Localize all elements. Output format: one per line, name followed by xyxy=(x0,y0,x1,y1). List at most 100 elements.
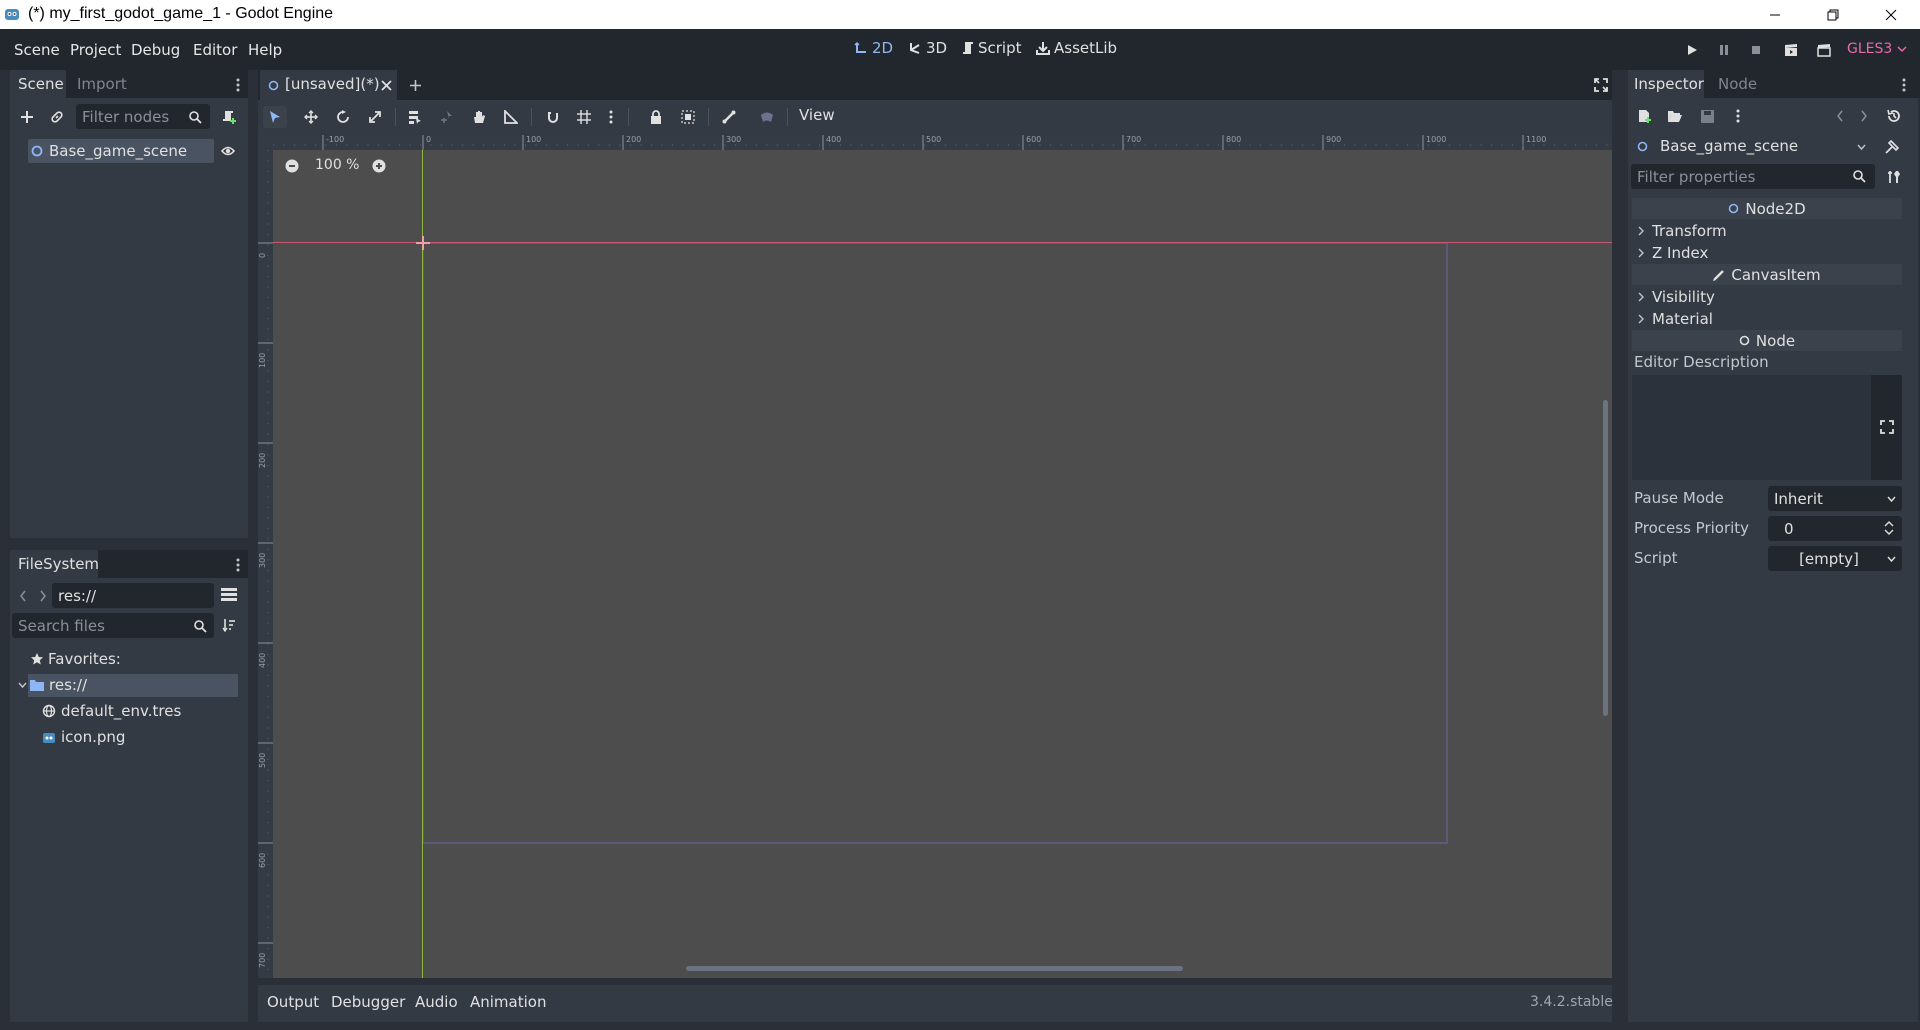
pause-button[interactable] xyxy=(1714,40,1734,60)
snap-options-button[interactable] xyxy=(604,106,618,128)
vertical-ruler: 0 100 200 300 400 500 600 700 xyxy=(258,150,273,978)
editor-description-textarea[interactable] xyxy=(1632,375,1871,480)
zoom-in-button[interactable] xyxy=(370,157,388,175)
override-camera-button[interactable] xyxy=(756,106,778,128)
renderer-dropdown[interactable]: GLES3 xyxy=(1847,41,1907,57)
load-resource-button[interactable] xyxy=(1665,106,1685,126)
menu-debug[interactable]: Debug xyxy=(131,41,180,59)
close-window-button[interactable] xyxy=(1862,0,1920,29)
toggle-split-mode-button[interactable] xyxy=(220,586,238,604)
favorites-label[interactable]: Favorites: xyxy=(48,650,121,668)
menu-editor[interactable]: Editor xyxy=(193,41,237,59)
file-item-label[interactable]: icon.png xyxy=(61,728,125,746)
expand-editor-description-button[interactable] xyxy=(1878,418,1896,436)
back-button[interactable] xyxy=(16,587,30,605)
menu-help[interactable]: Help xyxy=(248,41,282,59)
group-z-index[interactable]: Z Index xyxy=(1638,242,1708,263)
filesystem-dock-menu-button[interactable] xyxy=(232,556,244,574)
tab-filesystem[interactable]: FileSystem xyxy=(10,550,99,578)
history-button[interactable] xyxy=(1884,106,1904,126)
save-icon xyxy=(1700,109,1714,123)
vertical-scrollbar[interactable] xyxy=(1603,400,1608,716)
play-icon xyxy=(1686,44,1698,56)
resource-options-button[interactable] xyxy=(1731,106,1745,126)
file-item-label[interactable]: default_env.tres xyxy=(61,702,181,720)
move-mode-button[interactable] xyxy=(300,106,322,128)
play-scene-button[interactable] xyxy=(1781,40,1801,60)
canvas-viewport[interactable] xyxy=(273,135,1612,978)
distraction-free-button[interactable] xyxy=(1592,76,1610,94)
smart-snap-button[interactable] xyxy=(542,106,564,128)
visibility-toggle[interactable] xyxy=(219,142,237,160)
horizontal-scrollbar[interactable] xyxy=(686,966,1183,971)
play-button[interactable] xyxy=(1682,40,1702,60)
property-tools-button[interactable] xyxy=(1884,167,1904,187)
tab-scene[interactable]: Scene xyxy=(10,70,66,98)
bottom-tab-output[interactable]: Output xyxy=(267,993,319,1011)
forward-button[interactable] xyxy=(36,587,50,605)
workspace-3d-label: 3D xyxy=(926,39,948,57)
chevron-down-icon[interactable] xyxy=(18,682,27,689)
select-mode-button[interactable] xyxy=(263,106,287,128)
close-tab-button[interactable] xyxy=(378,77,394,93)
instance-scene-button[interactable] xyxy=(46,106,68,128)
grid-snap-button[interactable] xyxy=(573,106,595,128)
tab-import[interactable]: Import xyxy=(77,75,127,93)
attach-script-button[interactable] xyxy=(218,106,240,128)
bottom-tab-audio[interactable]: Audio xyxy=(415,993,458,1011)
inspector-dock-menu-button[interactable] xyxy=(1898,76,1910,94)
filter-properties-input[interactable]: Filter properties xyxy=(1631,164,1875,189)
workspace-script-label: Script xyxy=(978,39,1022,57)
save-resource-button[interactable] xyxy=(1697,106,1717,126)
list-select-button[interactable] xyxy=(404,106,426,128)
spinbox-arrows-icon[interactable] xyxy=(1884,520,1894,536)
search-files-input[interactable]: Search files xyxy=(12,613,214,638)
section-header-label: Node xyxy=(1755,331,1796,350)
zoom-reset-button[interactable]: 100 % xyxy=(315,157,359,173)
group-visibility[interactable]: Visibility xyxy=(1638,286,1715,307)
zoom-out-button[interactable] xyxy=(283,157,301,175)
menu-project[interactable]: Project xyxy=(70,41,121,59)
bottom-tab-animation[interactable]: Animation xyxy=(470,993,546,1011)
stop-button[interactable] xyxy=(1746,40,1766,60)
skeleton-options-button[interactable] xyxy=(718,106,740,128)
history-forward-button[interactable] xyxy=(1856,106,1872,126)
group-material[interactable]: Material xyxy=(1638,308,1713,329)
create-resource-button[interactable] xyxy=(1634,106,1654,126)
script-dropdown[interactable]: [empty] xyxy=(1768,546,1902,571)
new-scene-tab-button[interactable] xyxy=(406,76,424,94)
tab-node[interactable]: Node xyxy=(1718,75,1757,93)
minimize-button[interactable] xyxy=(1746,0,1804,29)
workspace-script-button[interactable]: Script xyxy=(962,39,1022,57)
object-properties-button[interactable] xyxy=(1882,137,1902,157)
scene-dock-menu-button[interactable] xyxy=(232,76,244,94)
restore-button[interactable] xyxy=(1804,0,1862,29)
scale-mode-button[interactable] xyxy=(364,106,386,128)
history-back-button[interactable] xyxy=(1832,106,1848,126)
workspace-3d-button[interactable]: 3D xyxy=(908,39,947,57)
workspace-assetlib-button[interactable]: AssetLib xyxy=(1036,39,1117,57)
chevron-left-icon xyxy=(1836,110,1844,122)
view-menu-button[interactable]: View xyxy=(799,106,835,124)
pivot-mode-button[interactable] xyxy=(436,106,458,128)
sort-files-button[interactable] xyxy=(220,616,238,634)
toolbar-separator xyxy=(628,108,629,126)
group-transform[interactable]: Transform xyxy=(1638,220,1727,241)
lock-button[interactable] xyxy=(645,106,667,128)
play-custom-scene-button[interactable] xyxy=(1814,40,1834,60)
scale-icon xyxy=(368,110,382,124)
group-icon xyxy=(681,110,695,124)
pause-mode-dropdown[interactable]: Inherit xyxy=(1768,486,1902,511)
tab-inspector[interactable]: Inspector xyxy=(1628,70,1704,98)
pan-mode-button[interactable] xyxy=(468,106,490,128)
rotate-mode-button[interactable] xyxy=(332,106,354,128)
bottom-tab-debugger[interactable]: Debugger xyxy=(331,993,405,1011)
workspace-2d-button[interactable]: 2D xyxy=(854,39,893,57)
group-button[interactable] xyxy=(677,106,699,128)
path-field[interactable]: res:// xyxy=(52,583,214,608)
ruler-mode-button[interactable] xyxy=(500,106,522,128)
process-priority-spinbox[interactable]: 0 xyxy=(1768,516,1902,541)
scene-tabs-bar xyxy=(258,70,1612,100)
add-node-button[interactable] xyxy=(16,106,38,128)
menu-scene[interactable]: Scene xyxy=(14,41,60,59)
